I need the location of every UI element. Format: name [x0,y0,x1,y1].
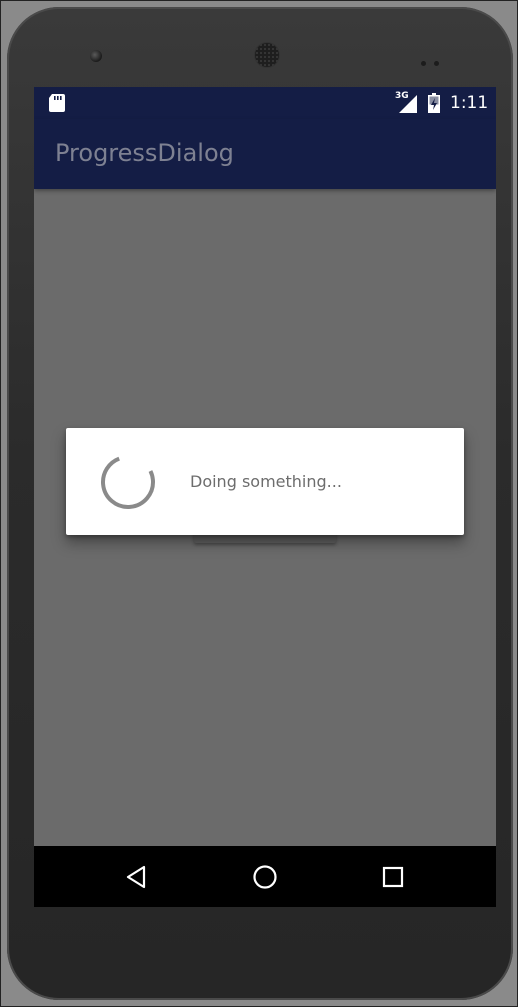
front-camera [90,50,102,62]
battery-charging-icon [428,93,440,113]
navigation-bar [34,846,496,907]
cell-signal-icon [399,95,417,113]
progress-dialog: Doing something... [66,428,464,535]
phone-body: 3G 1:11 ProgressDialog Doing something..… [7,7,513,1000]
home-icon[interactable] [248,860,282,894]
progress-spinner-icon [101,455,155,509]
status-clock: 1:11 [450,93,489,113]
back-icon[interactable] [119,860,153,894]
screenshot-frame: 3G 1:11 ProgressDialog Doing something..… [0,0,518,1007]
dialog-message: Doing something... [190,472,342,491]
sd-card-icon [49,94,65,112]
app-title: ProgressDialog [55,139,234,167]
status-bar: 3G 1:11 [34,87,496,119]
proximity-sensors [421,51,451,66]
recents-icon[interactable] [376,860,410,894]
app-toolbar: ProgressDialog [34,119,496,189]
earpiece-speaker [255,43,279,67]
device-screen: 3G 1:11 ProgressDialog Doing something..… [34,87,496,907]
